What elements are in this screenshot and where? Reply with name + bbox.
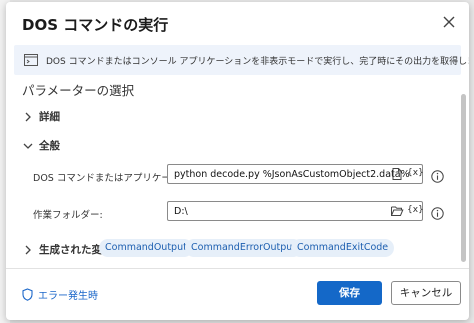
variable-chip[interactable]: CommandErrorOutput — [185, 239, 302, 257]
info-circle-icon[interactable] — [431, 207, 444, 220]
chevron-down-icon — [23, 143, 33, 149]
working-folder-input[interactable]: D:\ — [167, 201, 423, 221]
variable-picker-button[interactable]: {x} — [407, 168, 424, 178]
save-button[interactable]: 保存 — [317, 281, 382, 305]
general-toggle[interactable]: 全般 — [22, 138, 60, 153]
info-banner: DOS コマンドまたはコンソール アプリケーションを非表示モードで実行し、完了時… — [14, 45, 469, 75]
console-icon — [24, 54, 38, 66]
info-circle-icon[interactable] — [431, 170, 444, 183]
section-title: パラメーターの選択 — [22, 83, 135, 98]
close-button[interactable] — [439, 12, 459, 32]
general-label: 全般 — [39, 140, 60, 152]
details-label: 詳細 — [39, 111, 60, 123]
close-icon — [443, 16, 455, 28]
on-error-label: エラー発生時 — [38, 291, 98, 302]
on-error-link[interactable]: エラー発生時 — [22, 287, 98, 302]
variable-chip[interactable]: CommandOutput — [99, 239, 193, 257]
chevron-right-icon — [25, 112, 31, 121]
footer-divider — [6, 268, 469, 269]
variable-picker-button[interactable]: {x} — [407, 205, 424, 215]
info-text: DOS コマンドまたはコンソール アプリケーションを非表示モードで実行し、完了時… — [46, 54, 469, 67]
scrollbar[interactable] — [461, 94, 466, 262]
variable-chip[interactable]: CommandExitCode — [291, 239, 395, 257]
command-input[interactable]: python decode.py %JsonAsCustomObject2.da… — [167, 164, 423, 184]
shield-icon — [22, 288, 33, 301]
working-folder-label: 作業フォルダー: — [33, 210, 103, 221]
details-toggle[interactable]: 詳細 — [22, 109, 60, 124]
file-icon[interactable] — [390, 167, 404, 181]
cancel-button[interactable]: キャンセル — [391, 281, 461, 305]
dialog-title: DOS コマンドの実行 — [22, 16, 169, 34]
folder-open-icon[interactable] — [390, 204, 404, 218]
run-dos-command-dialog: DOS コマンドの実行 DOS コマンドまたはコンソール アプリケーションを非表… — [6, 2, 469, 320]
info-description: DOS コマンドまたはコンソール アプリケーションを非表示モードで実行し、完了時… — [46, 57, 469, 67]
chevron-right-icon — [25, 245, 31, 254]
